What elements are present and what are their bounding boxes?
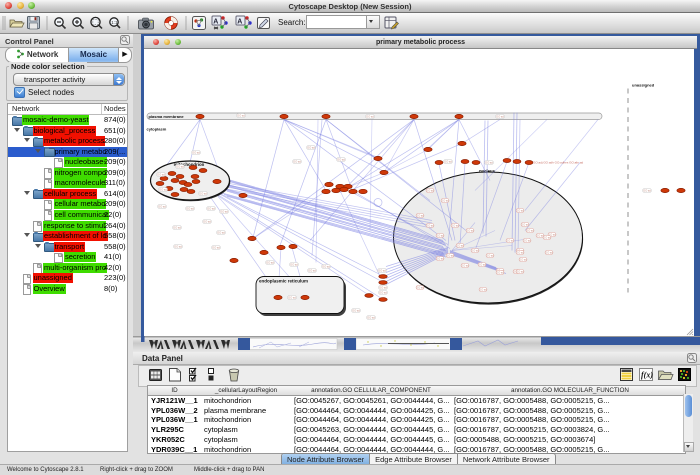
svg-text:unassigned: unassigned	[632, 83, 655, 88]
svg-text:GO ad: GO ad	[479, 288, 487, 292]
svg-text:GO ad: GO ad	[173, 226, 181, 230]
svg-text:GO ad: GO ad	[519, 258, 527, 262]
svg-text:GO ad: GO ad	[516, 209, 524, 213]
svg-text:GO ad: GO ad	[506, 239, 514, 243]
svg-text:GO ad: GO ad	[266, 261, 274, 265]
svg-text:GO ad: GO ad	[516, 251, 524, 255]
svg-text:GO ad: GO ad	[186, 207, 194, 211]
svg-text:GO ad: GO ad	[461, 264, 469, 268]
svg-text:GO ad: GO ad	[220, 210, 228, 214]
svg-text:GO ad: GO ad	[543, 236, 551, 240]
svg-text:GO ad: GO ad	[516, 270, 524, 274]
svg-text:GO ad: GO ad	[378, 269, 386, 273]
svg-text:GO ad: GO ad	[207, 207, 215, 211]
svg-text:GO ad: GO ad	[159, 188, 167, 192]
svg-text:GO ad: GO ad	[174, 245, 182, 249]
svg-text:GO ad: GO ad	[426, 189, 434, 193]
svg-text:GO ad: GO ad	[308, 269, 316, 273]
svg-text:GO ad: GO ad	[217, 231, 225, 235]
svg-text:GO ad: GO ad	[416, 286, 424, 290]
svg-text:endoplasmic reticulum: endoplasmic reticulum	[259, 279, 308, 284]
svg-text:GO ad: GO ad	[545, 251, 553, 255]
svg-text:GO ad: GO ad	[157, 173, 165, 177]
svg-text:GO ad: GO ad	[288, 296, 296, 300]
svg-text:GO ad: GO ad	[366, 115, 374, 119]
svg-text:GO ad: GO ad	[521, 223, 529, 227]
svg-text:GO ad: GO ad	[367, 316, 375, 320]
svg-text:GO ad: GO ad	[379, 291, 387, 295]
svg-text:GO ad: GO ad	[379, 286, 387, 290]
svg-text:GO ad: GO ad	[456, 244, 464, 248]
svg-text:GO ad: GO ad	[199, 192, 207, 196]
svg-text:GO ad: GO ad	[466, 229, 474, 233]
svg-text:GO ad: GO ad	[643, 189, 651, 193]
svg-text:GO ad: GO ad	[441, 199, 449, 203]
svg-text:lin ad: lin ad	[576, 161, 584, 165]
svg-text:A: A	[213, 19, 218, 26]
svg-text:GO ad: GO ad	[451, 224, 459, 228]
svg-text:GO ad: GO ad	[212, 246, 220, 250]
svg-text:GO ad: GO ad	[478, 263, 486, 267]
svg-text:f(x): f(x)	[641, 371, 653, 380]
svg-text:GO ad: GO ad	[352, 309, 360, 313]
svg-text:A: A	[237, 19, 242, 26]
svg-text:GO ad: GO ad	[436, 234, 444, 238]
svg-text:GO ad: GO ad	[426, 224, 434, 228]
svg-text:GO ad: GO ad	[192, 151, 200, 155]
svg-text:GO ad: GO ad	[496, 271, 504, 275]
svg-text:plasma membrane: plasma membrane	[149, 114, 185, 119]
svg-text:1:1: 1:1	[111, 20, 118, 25]
svg-text:GO ad: GO ad	[416, 214, 424, 218]
svg-text:GO ad: GO ad	[485, 161, 493, 165]
svg-text:GO ad: GO ad	[307, 146, 315, 150]
svg-text:GO ad: GO ad	[486, 254, 494, 258]
svg-text:GO ad: GO ad	[176, 165, 184, 169]
svg-text:GO ad: GO ad	[322, 265, 330, 269]
svg-text:GO ad: GO ad	[237, 114, 245, 118]
svg-text:GO:adj GO:adh GO:adhes GO:a: GO:adj GO:adh GO:adhes GO:a	[533, 161, 577, 165]
svg-text:GO ad: GO ad	[526, 229, 534, 233]
svg-text:cytoplasm: cytoplasm	[147, 127, 167, 132]
svg-text:GO ad: GO ad	[203, 220, 211, 224]
svg-text:GO ad: GO ad	[436, 257, 444, 261]
svg-text:GO ad: GO ad	[444, 160, 452, 164]
svg-text:GO ad: GO ad	[496, 115, 504, 119]
svg-text:GO ad: GO ad	[446, 254, 454, 258]
svg-text:GO ad: GO ad	[337, 158, 345, 162]
svg-text:GO ad: GO ad	[471, 249, 479, 253]
svg-text:GO ad: GO ad	[523, 239, 531, 243]
svg-text:GO ad: GO ad	[293, 160, 301, 164]
svg-text:GO ad: GO ad	[158, 205, 166, 209]
svg-text:GO ad: GO ad	[290, 263, 298, 267]
